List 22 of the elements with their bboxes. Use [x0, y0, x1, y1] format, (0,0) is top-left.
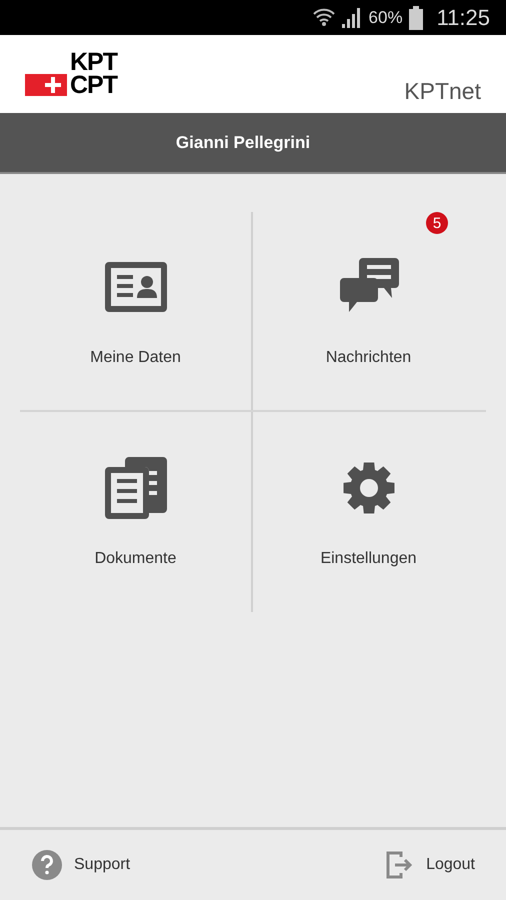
gear-icon — [340, 460, 396, 516]
swiss-cross-icon — [25, 74, 67, 96]
battery-percentage: 60% — [368, 8, 403, 28]
menu-tile[interactable]: Meine Daten — [20, 212, 253, 412]
logo-text: KPT — [70, 51, 117, 73]
wifi-icon — [312, 6, 335, 28]
logout-button[interactable]: Logout — [386, 851, 475, 879]
id-card-icon — [104, 262, 166, 312]
menu-tile[interactable]: Nachrichten 5 — [251, 212, 486, 412]
logo-text: CPT — [70, 73, 117, 97]
support-button[interactable]: Support — [32, 850, 130, 880]
user-name: Gianni Pellegrini — [176, 132, 310, 152]
documents-icon — [104, 457, 166, 519]
signal-icon — [340, 6, 363, 28]
menu-tile[interactable]: Einstellungen — [251, 412, 486, 612]
battery-icon — [408, 6, 423, 30]
logout-icon — [386, 851, 414, 879]
clock-time: 11:25 — [436, 4, 490, 30]
help-icon — [32, 850, 62, 880]
menu-tile[interactable]: Dokumente — [20, 412, 253, 612]
app-name: KPTnet — [404, 78, 481, 105]
notification-badge: 5 — [426, 212, 448, 234]
